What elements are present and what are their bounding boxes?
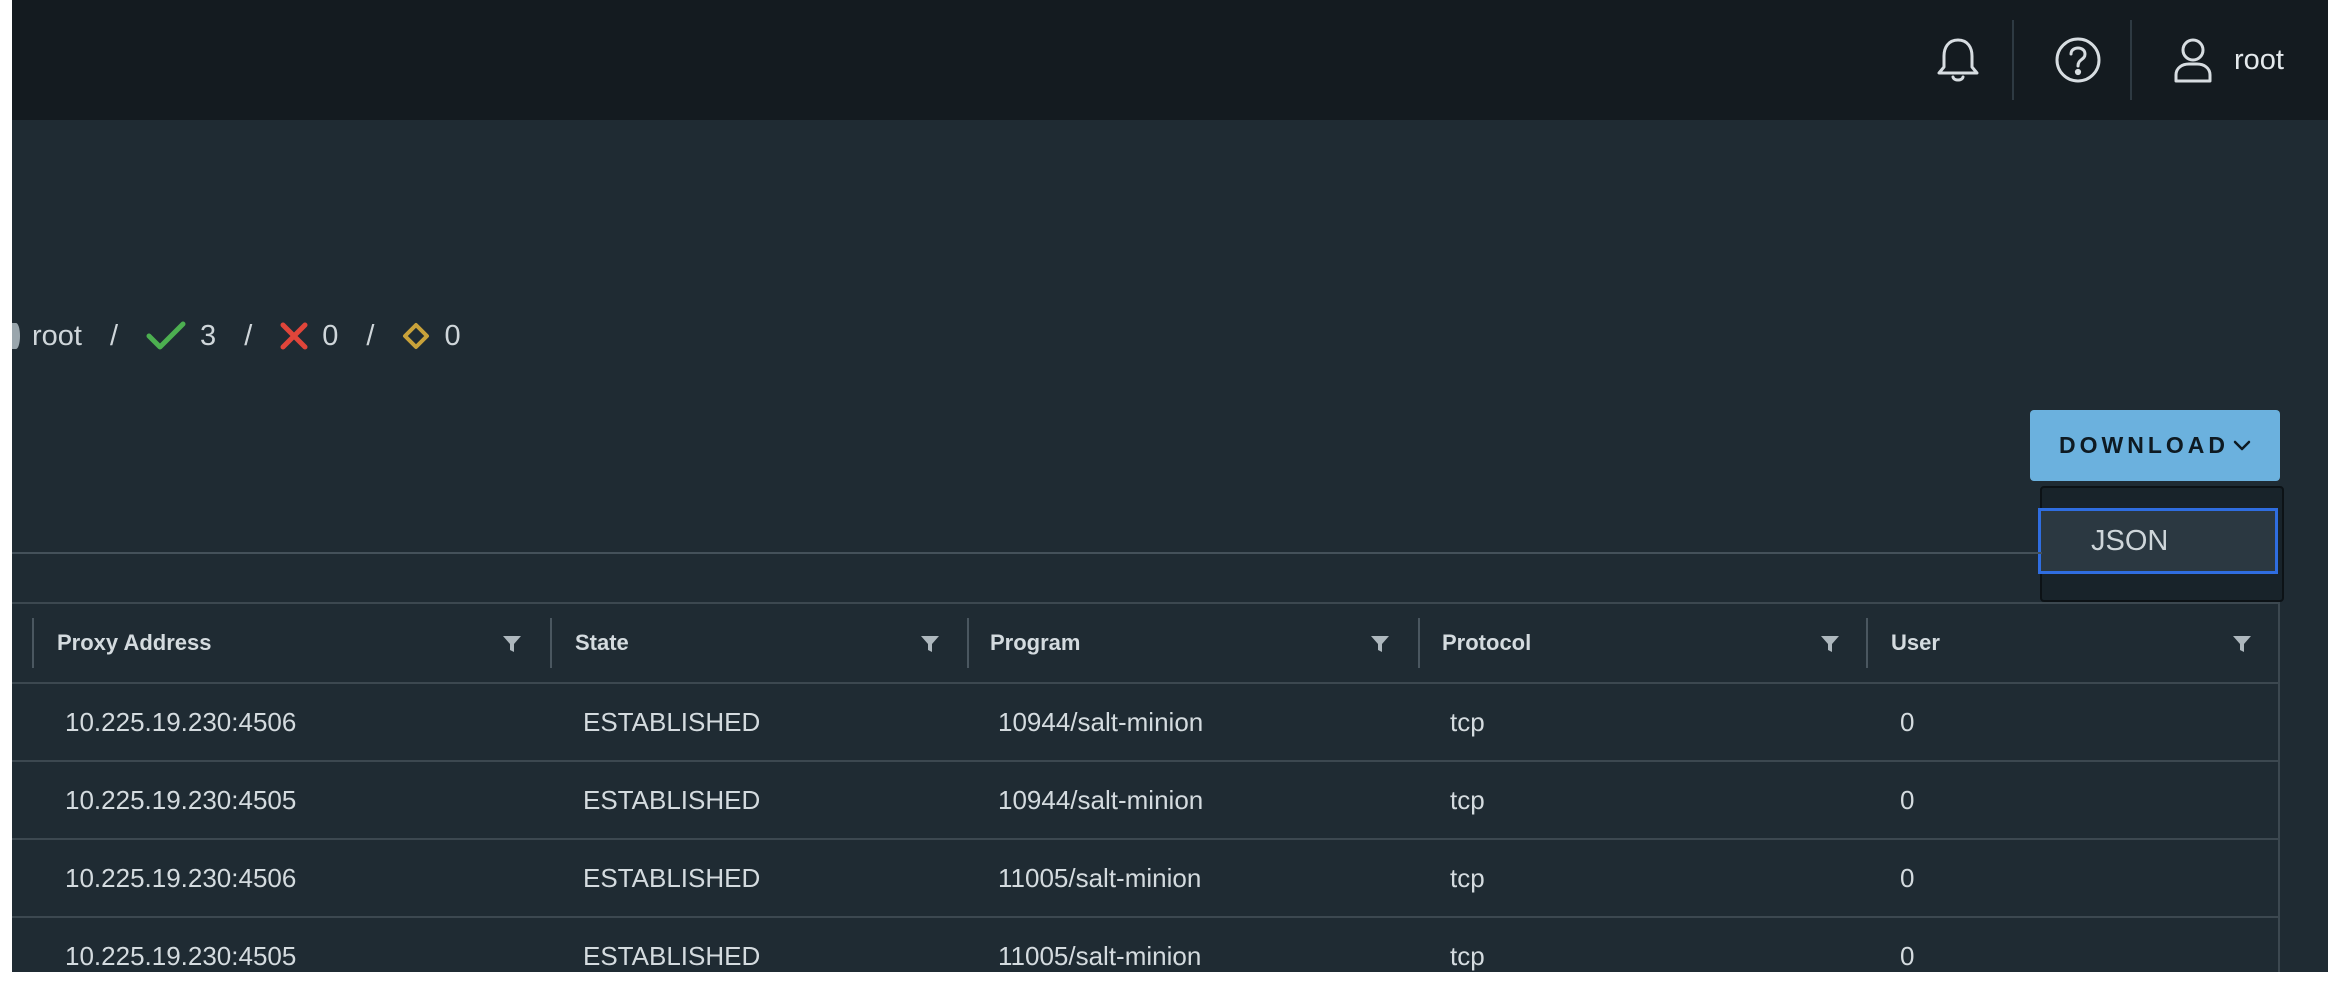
column-header-proxy-address[interactable]: Proxy Address xyxy=(57,604,211,682)
column-header-state[interactable]: State xyxy=(575,604,629,682)
cell-program: 11005/salt-minion xyxy=(998,863,1202,893)
header-separator xyxy=(2012,20,2014,100)
cell-proxy-address: 10.225.19.230:4506 xyxy=(65,707,297,737)
table-row[interactable]: 10.225.19.230:4505 ESTABLISHED 10944/sal… xyxy=(12,762,2278,840)
failure-count: 0 xyxy=(322,319,339,352)
cell-program: 11005/salt-minion xyxy=(998,941,1202,971)
download-button-label: DOWNLOAD xyxy=(2059,432,2229,458)
filter-icon[interactable] xyxy=(1820,635,1840,658)
success-count: 3 xyxy=(200,319,217,352)
cell-protocol: tcp xyxy=(1450,785,1485,815)
chevron-down-icon xyxy=(2233,440,2251,452)
download-menu: JSON xyxy=(2038,486,2284,602)
download-json-option[interactable]: JSON xyxy=(2038,508,2278,574)
diamond-icon xyxy=(402,322,430,350)
column-header-program[interactable]: Program xyxy=(990,604,1080,682)
cell-proxy-address: 10.225.19.230:4505 xyxy=(65,785,297,815)
table-row[interactable]: 10.225.19.230:4505 ESTABLISHED 11005/sal… xyxy=(12,918,2278,972)
cell-user: 0 xyxy=(1900,785,1915,815)
column-separator[interactable] xyxy=(32,618,34,668)
cell-user: 0 xyxy=(1900,707,1915,737)
status-separator: / xyxy=(366,319,375,352)
column-separator[interactable] xyxy=(550,618,552,668)
user-icon[interactable] xyxy=(2158,0,2228,120)
cell-proxy-address: 10.225.19.230:4505 xyxy=(65,941,297,971)
column-separator[interactable] xyxy=(1418,618,1420,668)
filter-icon[interactable] xyxy=(1370,635,1390,658)
job-status-summary: root / 3 / 0 / 0 xyxy=(12,316,461,356)
filter-icon[interactable] xyxy=(920,635,940,658)
column-header-user[interactable]: User xyxy=(1891,604,1940,682)
help-icon[interactable] xyxy=(2038,0,2118,120)
cell-state: ESTABLISHED xyxy=(583,785,761,815)
download-button[interactable]: DOWNLOAD xyxy=(2030,410,2280,481)
column-header-protocol[interactable]: Protocol xyxy=(1442,604,1531,682)
filter-icon[interactable] xyxy=(2232,635,2252,658)
cell-state: ESTABLISHED xyxy=(583,707,761,737)
section-divider xyxy=(12,552,2042,554)
cell-state: ESTABLISHED xyxy=(583,863,761,893)
bell-icon[interactable] xyxy=(1918,0,1998,120)
header-separator xyxy=(2130,20,2132,100)
table-row[interactable]: 10.225.19.230:4506 ESTABLISHED 11005/sal… xyxy=(12,840,2278,918)
cell-state: ESTABLISHED xyxy=(583,941,761,971)
top-header: root xyxy=(12,0,2328,120)
table-header: Proxy Address State Program Protocol Use… xyxy=(12,604,2278,684)
status-separator: / xyxy=(244,319,253,352)
connections-table: Proxy Address State Program Protocol Use… xyxy=(12,602,2280,972)
filter-icon[interactable] xyxy=(502,635,522,658)
x-icon xyxy=(280,322,308,350)
cell-user: 0 xyxy=(1900,941,1915,971)
cell-program: 10944/salt-minion xyxy=(998,785,1204,815)
cell-protocol: tcp xyxy=(1450,863,1485,893)
page: root root / 3 / 0 / 0 DOWNLOAD JSON Prox… xyxy=(12,0,2328,972)
cell-user: 0 xyxy=(1900,863,1915,893)
cell-protocol: tcp xyxy=(1450,941,1485,971)
column-separator[interactable] xyxy=(967,618,969,668)
cell-proxy-address: 10.225.19.230:4506 xyxy=(65,863,297,893)
cell-protocol: tcp xyxy=(1450,707,1485,737)
header-user-name[interactable]: root xyxy=(2234,0,2284,120)
user-icon xyxy=(12,323,20,349)
cell-program: 10944/salt-minion xyxy=(998,707,1204,737)
status-user: root xyxy=(32,319,82,352)
table-row[interactable]: 10.225.19.230:4506 ESTABLISHED 10944/sal… xyxy=(12,684,2278,762)
warning-count: 0 xyxy=(444,319,461,352)
check-icon xyxy=(146,321,186,351)
status-separator: / xyxy=(109,319,119,352)
column-separator[interactable] xyxy=(1866,618,1868,668)
